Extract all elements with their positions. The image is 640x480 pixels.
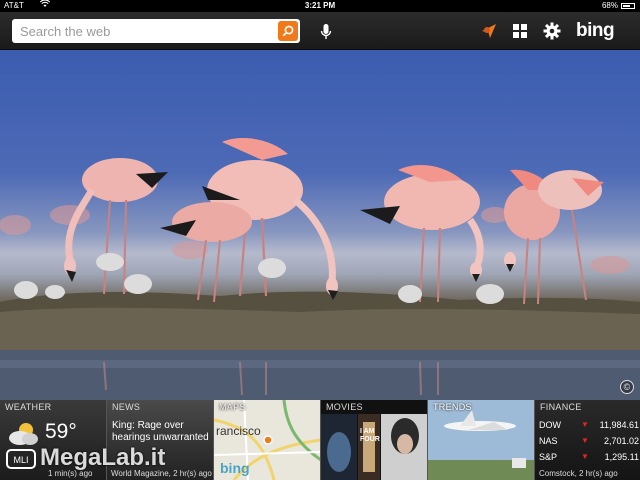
bing-logo[interactable]: bing <box>576 20 615 42</box>
header-bar: bing <box>0 12 640 50</box>
movies-tile-title: MOVIES <box>326 402 363 412</box>
movies-tile[interactable]: MOVIES I AM FOUR <box>320 400 427 480</box>
search-input[interactable] <box>12 19 274 43</box>
finance-row: DOW ▼ 11,984.61 <box>539 420 639 434</box>
flamingo-scene <box>0 138 640 400</box>
search-box <box>12 19 300 43</box>
maps-tile-title: MAPS <box>219 402 246 412</box>
maps-tile[interactable]: MAPS rancisco bing <box>213 400 320 480</box>
down-arrow-icon: ▼ <box>581 420 589 429</box>
copyright-icon[interactable]: © <box>620 380 634 394</box>
weather-temperature: 59° <box>45 420 77 443</box>
news-tile-title: NEWS <box>112 402 141 412</box>
svg-text:MLI: MLI <box>13 455 28 465</box>
battery-percentage: 68% <box>601 1 618 10</box>
megalab-logo-icon: MLI <box>6 449 36 469</box>
weather-cloudy-icon <box>9 423 38 445</box>
gear-icon[interactable] <box>543 22 561 40</box>
finance-tile-title: FINANCE <box>540 402 582 412</box>
news-headline: King: Rage over hearings unwarranted <box>112 420 209 443</box>
finance-value: 1,295.11 <box>604 452 639 462</box>
weather-tile-title: WEATHER <box>5 402 52 412</box>
clock: 3:21 PM <box>304 1 336 10</box>
finance-value: 2,701.02 <box>603 436 639 446</box>
trends-tile[interactable]: TRENDS <box>427 400 534 480</box>
finance-source: Comstock, 2 hr(s) ago <box>539 469 618 478</box>
finance-symbol: DOW <box>539 420 561 430</box>
movie-poster-title: I AM FOUR <box>360 428 380 443</box>
finance-symbol: S&P <box>539 452 558 462</box>
down-arrow-icon: ▼ <box>581 436 589 445</box>
down-arrow-icon: ▼ <box>581 452 589 461</box>
finance-value: 11,984.61 <box>599 420 639 430</box>
finance-row: NAS ▼ 2,701.02 <box>539 436 639 450</box>
map-city-label: rancisco <box>216 424 261 438</box>
trends-tile-title: TRENDS <box>433 402 472 412</box>
watermark-text: MegaLab.it <box>40 444 166 471</box>
maps-bing-logo: bing <box>220 460 250 476</box>
finance-row: S&P ▼ 1,295.11 <box>539 452 639 466</box>
search-button[interactable] <box>278 21 298 41</box>
microphone-icon[interactable] <box>319 23 333 41</box>
grid-icon[interactable] <box>511 22 529 40</box>
location-icon[interactable] <box>480 22 498 40</box>
trends-photo <box>428 400 534 480</box>
finance-symbol: NAS <box>539 436 558 446</box>
battery-icon <box>621 3 635 9</box>
status-bar: AT&T 3:21 PM 68% <box>0 0 640 12</box>
background-photo: © <box>0 50 640 400</box>
search-icon <box>282 25 294 37</box>
finance-tile[interactable]: FINANCE DOW ▼ 11,984.61 NAS ▼ 2,701.02 S… <box>534 400 640 480</box>
